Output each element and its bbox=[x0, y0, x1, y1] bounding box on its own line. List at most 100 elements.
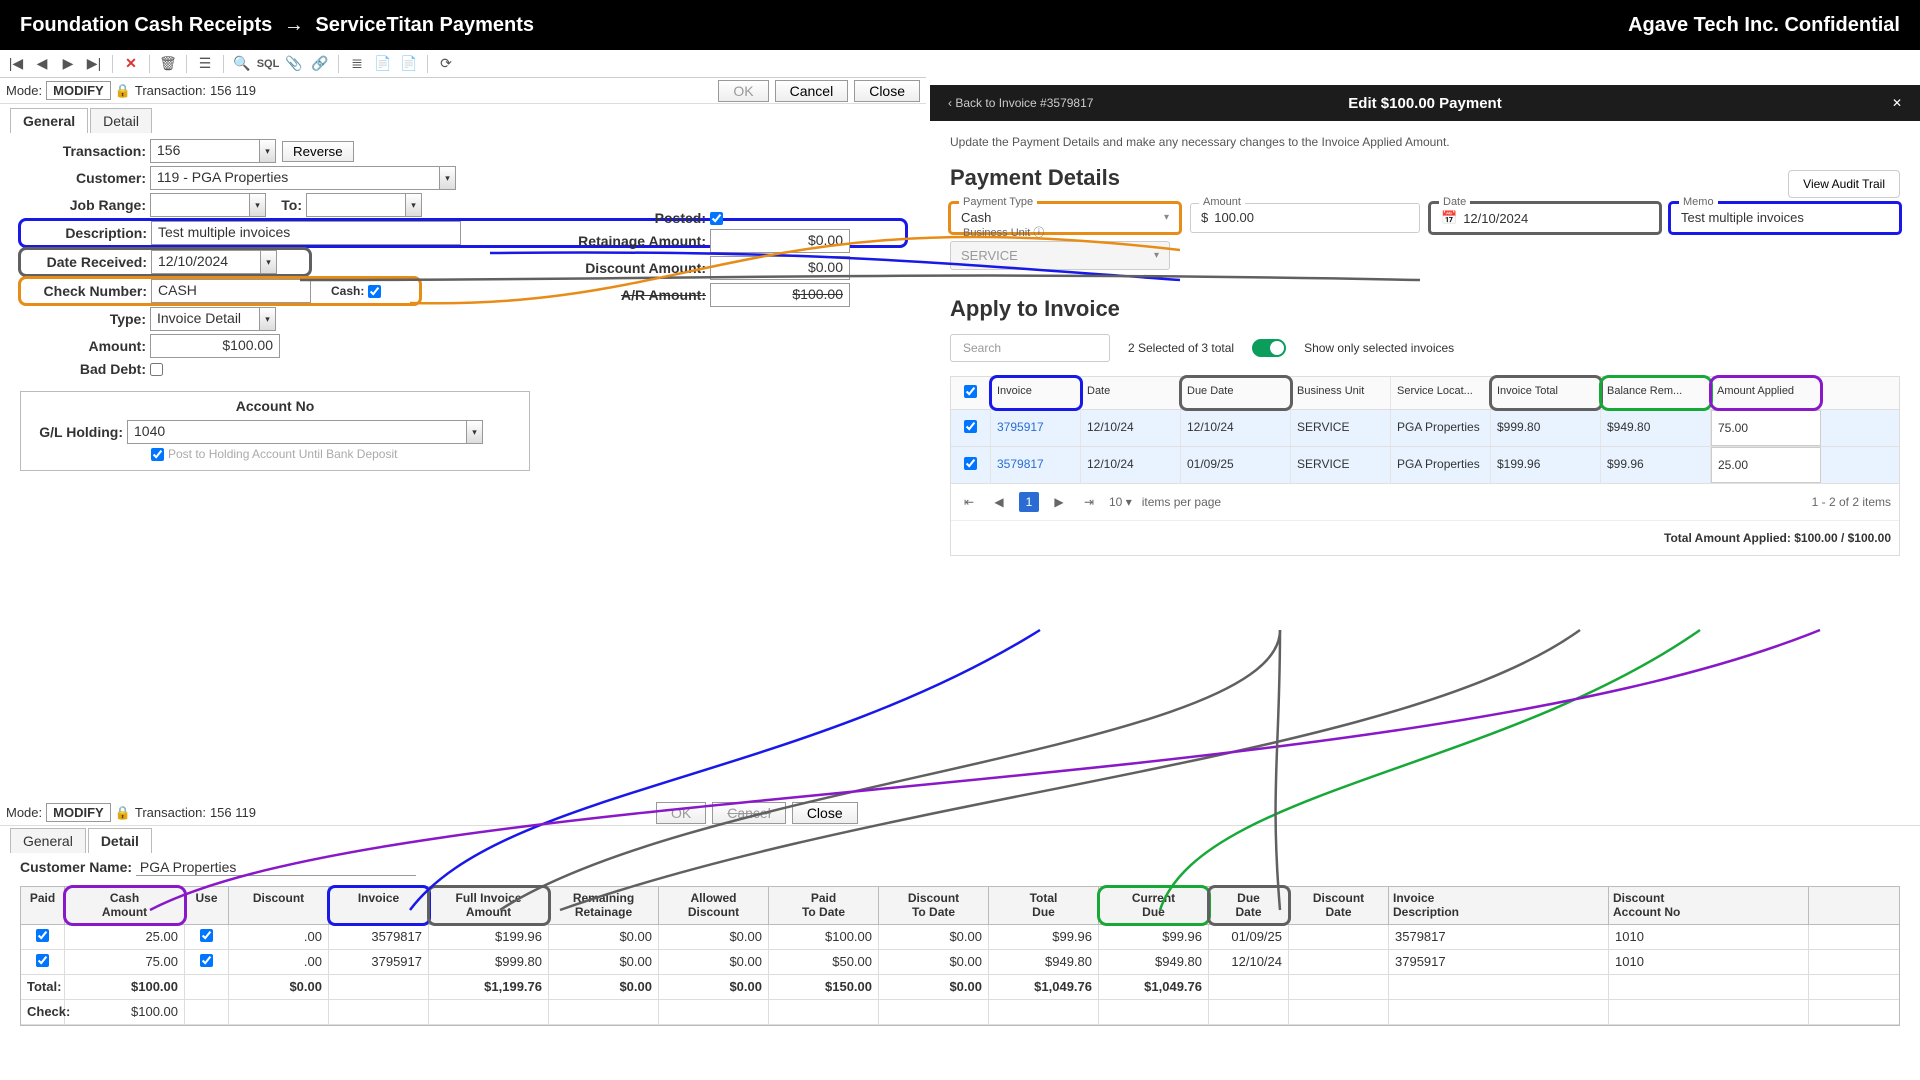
discount-amount-label: Discount Amount: bbox=[560, 260, 710, 276]
col-full-invoice-amount: Full InvoiceAmount bbox=[429, 887, 549, 924]
trash-icon[interactable]: 🗑 bbox=[158, 54, 178, 74]
col-amount-applied[interactable]: Amount Applied bbox=[1711, 377, 1821, 409]
search-input[interactable]: Search bbox=[950, 334, 1110, 362]
back-link[interactable]: ‹ Back to Invoice #3579817 bbox=[948, 96, 1093, 110]
mode-label: Mode: bbox=[6, 805, 42, 820]
ok-button[interactable]: OK bbox=[656, 802, 706, 824]
date-field[interactable]: Date 📅 12/10/2024 bbox=[1430, 203, 1660, 233]
transaction-input[interactable]: 156 bbox=[150, 139, 260, 163]
post-holding-checkbox[interactable] bbox=[151, 448, 164, 461]
detail-table: Paid CashAmount Use Discount Invoice Ful… bbox=[20, 886, 1900, 1026]
close-button[interactable]: Close bbox=[854, 80, 920, 102]
show-only-toggle[interactable] bbox=[1252, 339, 1286, 357]
amount-input[interactable]: $100.00 bbox=[150, 334, 280, 358]
invoice-link[interactable]: 3579817 bbox=[991, 447, 1081, 483]
use-checkbox[interactable] bbox=[200, 929, 213, 942]
amount-applied-input[interactable]: 75.00 bbox=[1711, 410, 1821, 446]
page-next-icon[interactable]: ▶ bbox=[1049, 492, 1069, 512]
amount-label: Amount bbox=[1199, 196, 1245, 208]
first-icon[interactable]: |◀ bbox=[6, 54, 26, 74]
col-business-unit[interactable]: Business Unit bbox=[1291, 377, 1391, 409]
last-icon[interactable]: ▶| bbox=[84, 54, 104, 74]
view-audit-trail-button[interactable]: View Audit Trail bbox=[1788, 170, 1900, 198]
tab-detail[interactable]: Detail bbox=[88, 828, 152, 853]
payment-type-label: Payment Type bbox=[959, 196, 1037, 208]
col-use: Use bbox=[185, 887, 229, 924]
page-number[interactable]: 1 bbox=[1019, 492, 1039, 512]
post-holding-label: Post to Holding Account Until Bank Depos… bbox=[168, 447, 397, 461]
dropdown-icon[interactable]: ▾ bbox=[260, 139, 276, 163]
invoice-link[interactable]: 3795917 bbox=[991, 410, 1081, 446]
cancel-button[interactable]: Cancel bbox=[712, 802, 786, 824]
cash-checkbox[interactable] bbox=[368, 285, 381, 298]
memo-field[interactable]: Memo Test multiple invoices bbox=[1670, 203, 1900, 233]
type-input[interactable]: Invoice Detail bbox=[150, 307, 260, 331]
delete-icon[interactable]: ✕ bbox=[121, 54, 141, 74]
col-service-location[interactable]: Service Locat... bbox=[1391, 377, 1491, 409]
select-all-checkbox[interactable] bbox=[964, 385, 977, 398]
jobrange-to-input[interactable] bbox=[306, 193, 406, 217]
page-first-icon[interactable]: ⇤ bbox=[959, 492, 979, 512]
customer-input[interactable]: 119 - PGA Properties bbox=[150, 166, 440, 190]
paid-checkbox[interactable] bbox=[36, 954, 49, 967]
gl-holding-input[interactable]: 1040 bbox=[127, 420, 467, 444]
next-icon[interactable]: ▶ bbox=[58, 54, 78, 74]
doc-icon[interactable]: 📄 bbox=[373, 54, 393, 74]
description-input[interactable]: Test multiple invoices bbox=[151, 221, 461, 245]
dropdown-icon[interactable]: ▾ bbox=[250, 193, 266, 217]
page-last-icon[interactable]: ⇥ bbox=[1079, 492, 1099, 512]
attach-icon[interactable]: 🔗 bbox=[310, 54, 330, 74]
search-icon[interactable]: 🔍 bbox=[232, 54, 252, 74]
col-invoice-total[interactable]: Invoice Total bbox=[1491, 377, 1601, 409]
account-box: Account No G/L Holding: 1040▾ Post to Ho… bbox=[20, 391, 530, 471]
col-date[interactable]: Date bbox=[1081, 377, 1181, 409]
paid-checkbox[interactable] bbox=[36, 929, 49, 942]
check-row: Check: $100.00 bbox=[21, 1000, 1899, 1025]
posted-checkbox[interactable] bbox=[710, 212, 723, 225]
row-checkbox[interactable] bbox=[964, 457, 977, 470]
tab-detail[interactable]: Detail bbox=[90, 108, 152, 133]
close-icon[interactable]: ✕ bbox=[1892, 96, 1902, 110]
sql-icon[interactable]: SQL bbox=[258, 54, 278, 74]
prev-icon[interactable]: ◀ bbox=[32, 54, 52, 74]
close-button[interactable]: Close bbox=[792, 802, 858, 824]
bad-debt-checkbox[interactable] bbox=[150, 363, 163, 376]
tab-general[interactable]: General bbox=[10, 108, 88, 133]
chevron-down-icon: ▾ bbox=[1164, 212, 1169, 223]
cancel-button[interactable]: Cancel bbox=[775, 80, 849, 102]
dropdown-icon[interactable]: ▾ bbox=[406, 193, 422, 217]
row-checkbox[interactable] bbox=[964, 420, 977, 433]
list-icon[interactable]: ☰ bbox=[195, 54, 215, 74]
num-list-icon[interactable]: ≣ bbox=[347, 54, 367, 74]
clip-icon[interactable]: 📎 bbox=[284, 54, 304, 74]
col-due-date[interactable]: Due Date bbox=[1181, 377, 1291, 409]
ok-button[interactable]: OK bbox=[718, 80, 768, 102]
col-balance-remaining[interactable]: Balance Rem... bbox=[1601, 377, 1711, 409]
amount-field[interactable]: Amount $ 100.00 bbox=[1190, 203, 1420, 233]
dropdown-icon[interactable]: ▾ bbox=[261, 250, 277, 274]
customer-name-label: Customer Name: bbox=[20, 859, 132, 875]
tab-general[interactable]: General bbox=[10, 828, 86, 853]
servicetitan-panel: ‹ Back to Invoice #3579817 Edit $100.00 … bbox=[930, 85, 1920, 570]
dropdown-icon[interactable]: ▾ bbox=[440, 166, 456, 190]
pager: ⇤ ◀ 1 ▶ ⇥ 10 ▾ items per page 1 - 2 of 2… bbox=[951, 484, 1899, 520]
items-per-page-select[interactable]: 10 ▾ bbox=[1109, 495, 1132, 509]
reverse-button[interactable]: Reverse bbox=[282, 141, 354, 162]
page-prev-icon[interactable]: ◀ bbox=[989, 492, 1009, 512]
use-checkbox[interactable] bbox=[200, 954, 213, 967]
col-paid: Paid bbox=[21, 887, 65, 924]
redpage-icon[interactable]: 📄 bbox=[399, 54, 419, 74]
st-title: Edit $100.00 Payment bbox=[1348, 95, 1501, 112]
col-allowed-discount: AllowedDiscount bbox=[659, 887, 769, 924]
dropdown-icon[interactable]: ▾ bbox=[467, 420, 483, 444]
refresh-icon[interactable]: ⟳ bbox=[436, 54, 456, 74]
amount-applied-input[interactable]: 25.00 bbox=[1711, 447, 1821, 483]
jobrange-from-input[interactable] bbox=[150, 193, 250, 217]
date-received-input[interactable]: 12/10/2024 bbox=[151, 250, 261, 274]
business-unit-field[interactable]: Business Unit ⓘ SERVICE▾ bbox=[950, 241, 1170, 270]
col-invoice[interactable]: Invoice bbox=[991, 377, 1081, 409]
check-number-input[interactable]: CASH bbox=[151, 279, 311, 303]
dropdown-icon[interactable]: ▾ bbox=[260, 307, 276, 331]
col-total-due: TotalDue bbox=[989, 887, 1099, 924]
col-due-date: DueDate bbox=[1209, 887, 1289, 924]
